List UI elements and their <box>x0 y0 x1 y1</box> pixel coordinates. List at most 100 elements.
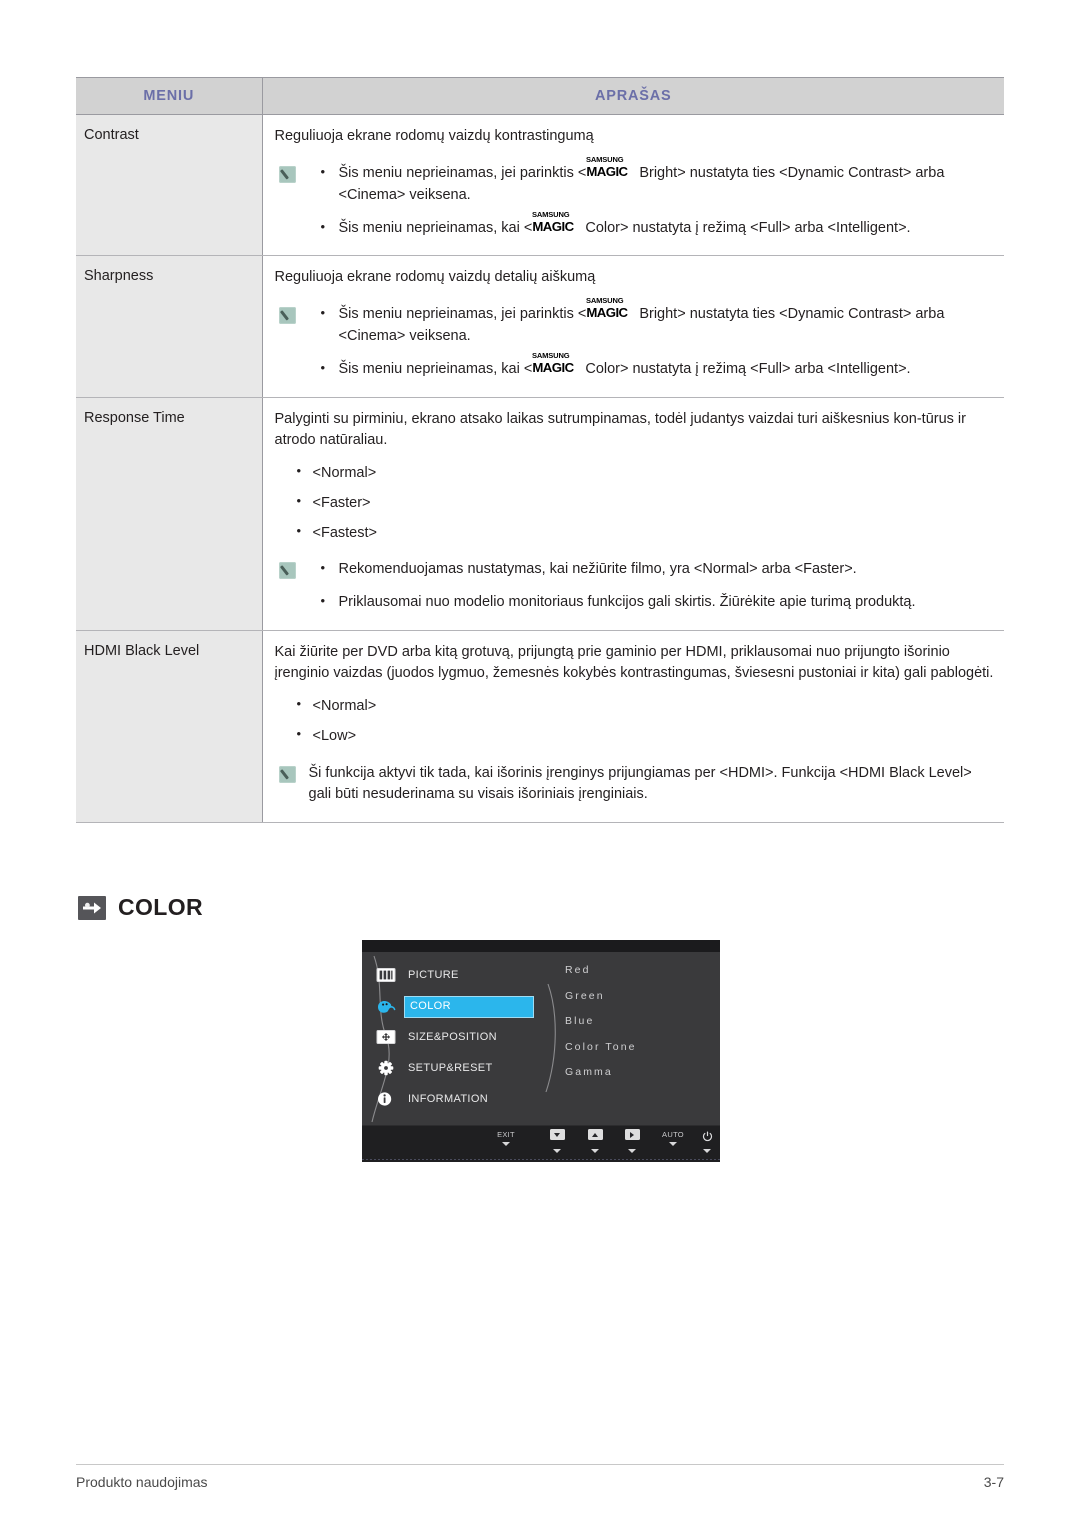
menu-name-cell: Sharpness <box>76 255 263 398</box>
osd-menu-label: INFORMATION <box>408 1093 489 1105</box>
table-row: Contrast Reguliuoja ekrane rodomų vaizdų… <box>76 114 1004 257</box>
osd-submenu-item-green[interactable]: Green <box>565 990 713 1002</box>
description-cell: Kai žiūrite per DVD arba kitą grotuvą, p… <box>262 630 1004 824</box>
note-block: Šis meniu neprieinamas, jei parinktis <S… <box>275 156 995 240</box>
logo-top-text: SAMSUNG <box>586 296 624 306</box>
description-cell: Reguliuoja ekrane rodomų vaizdų kontrast… <box>262 114 1004 257</box>
menu-name-cell: Contrast <box>76 114 263 257</box>
option-list: <Normal> <Faster> <Fastest> <box>275 462 995 544</box>
osd-menu-label: SETUP&RESET <box>408 1062 493 1074</box>
arrow-right-icon <box>624 1129 640 1140</box>
option-list: <Normal> <Low> <box>275 695 995 747</box>
list-item: Šis meniu neprieinamas, kai <SAMSUNGMAGI… <box>309 210 995 240</box>
note-text-pre: Šis meniu neprieinamas, jei parinktis < <box>338 165 587 182</box>
logo-bottom-text: MAGIC <box>532 359 574 375</box>
table-row: Sharpness Reguliuoja ekrane rodomų vaizd… <box>76 255 1004 398</box>
description-lead: Palyginti su pirminiu, ekrano atsako lai… <box>274 410 966 448</box>
osd-menu-screenshot: PICTURE COLOR SIZE&POSITION SETUP&RESET … <box>362 940 720 1162</box>
osd-button-power[interactable] <box>687 1129 720 1153</box>
gear-icon <box>376 1060 396 1076</box>
note-icon <box>278 765 296 783</box>
column-header-description: APRAŠAS <box>262 77 1004 115</box>
table-header-row: MENIU APRAŠAS <box>76 77 1004 115</box>
osd-button-enter[interactable] <box>612 1129 652 1153</box>
note-text-pre: Šis meniu neprieinamas, kai < <box>338 360 533 377</box>
document-page: MENIU APRAŠAS Contrast Reguliuoja ekrane… <box>0 0 1080 1527</box>
table-row: HDMI Black Level Kai žiūrite per DVD arb… <box>76 630 1004 824</box>
note-block: Šis meniu neprieinamas, jei parinktis <S… <box>275 297 995 381</box>
size-position-icon <box>376 1029 396 1045</box>
osd-submenu-item-red[interactable]: Red <box>565 964 713 976</box>
menu-description-table: MENIU APRAŠAS Contrast Reguliuoja ekrane… <box>76 77 1004 824</box>
list-item: Priklausomai nuo modelio monitoriaus fun… <box>309 591 995 614</box>
osd-main-menu-list: PICTURE COLOR SIZE&POSITION SETUP&RESET … <box>376 960 576 1115</box>
note-icon <box>278 307 296 325</box>
osd-button-label: EXIT <box>497 1130 515 1139</box>
note-list: Šis meniu neprieinamas, jei parinktis <S… <box>309 297 995 381</box>
note-icon <box>278 562 296 580</box>
osd-button-bar: EXIT AUTO <box>362 1125 720 1162</box>
arrow-down-icon <box>549 1129 565 1140</box>
list-item: Šis meniu neprieinamas, jei parinktis <S… <box>309 297 995 348</box>
list-item: <Normal> <box>275 462 995 483</box>
note-list: Rekomenduojamas nustatymas, kai nežiūrit… <box>309 558 995 614</box>
logo-bottom-text: MAGIC <box>532 218 574 234</box>
caret-down-icon <box>591 1149 599 1153</box>
menu-name-cell: HDMI Black Level <box>76 630 263 824</box>
caret-down-icon <box>703 1149 711 1153</box>
samsung-magic-logo: SAMSUNG MAGIC <box>586 297 639 320</box>
osd-menu-item-picture[interactable]: PICTURE <box>376 960 576 991</box>
osd-submenu-list: Red Green Blue Color Tone Gamma <box>565 964 713 1092</box>
osd-submenu-item-gamma[interactable]: Gamma <box>565 1066 713 1078</box>
caret-down-icon <box>669 1142 677 1146</box>
logo-top-text: SAMSUNG <box>532 350 570 360</box>
osd-menu-label: PICTURE <box>408 969 459 981</box>
osd-submenu-item-blue[interactable]: Blue <box>565 1015 713 1027</box>
note-paragraph: Ši funkcija aktyvi tik tada, kai išorini… <box>308 764 972 803</box>
osd-menu-item-color[interactable]: COLOR <box>376 991 576 1022</box>
picture-icon <box>376 967 396 983</box>
navigation-arrow-icon <box>78 895 106 920</box>
column-header-menu: MENIU <box>76 77 263 115</box>
caret-down-icon <box>553 1149 561 1153</box>
osd-button-down[interactable] <box>537 1129 577 1153</box>
note-block: Ši funkcija aktyvi tik tada, kai išorini… <box>275 763 995 807</box>
description-lead: Kai žiūrite per DVD arba kitą grotuvą, p… <box>274 643 994 681</box>
osd-button-up[interactable] <box>575 1129 615 1153</box>
list-item: Šis meniu neprieinamas, kai <SAMSUNGMAGI… <box>309 351 995 381</box>
description-lead: Reguliuoja ekrane rodomų vaizdų detalių … <box>274 269 596 286</box>
osd-menu-label: COLOR <box>410 1000 451 1012</box>
osd-dotted-divider <box>362 1159 720 1160</box>
logo-bottom-text: MAGIC <box>586 164 628 180</box>
list-item: Šis meniu neprieinamas, jei parinktis <S… <box>309 156 995 207</box>
note-text-pre: Šis meniu neprieinamas, jei parinktis < <box>338 306 587 323</box>
list-item: Rekomenduojamas nustatymas, kai nežiūrit… <box>309 558 995 581</box>
caret-down-icon <box>628 1149 636 1153</box>
list-item: <Low> <box>275 725 995 746</box>
footer-divider <box>76 1464 1004 1466</box>
osd-menu-item-size-position[interactable]: SIZE&POSITION <box>376 1022 576 1053</box>
osd-top-bar <box>362 940 720 952</box>
logo-top-text: SAMSUNG <box>586 155 624 165</box>
osd-button-exit[interactable]: EXIT <box>486 1129 526 1146</box>
note-text-post: Color> nustatyta į režimą <Full> arba <I… <box>585 360 911 377</box>
osd-menu-item-setup-reset[interactable]: SETUP&RESET <box>376 1053 576 1084</box>
power-icon <box>702 1129 713 1142</box>
note-icon <box>278 166 296 184</box>
section-heading: COLOR <box>78 894 203 921</box>
page-title: COLOR <box>118 894 204 920</box>
description-cell: Reguliuoja ekrane rodomų vaizdų detalių … <box>262 255 1004 398</box>
list-item: <Faster> <box>275 492 995 513</box>
note-list: Šis meniu neprieinamas, jei parinktis <S… <box>309 156 995 240</box>
logo-top-text: SAMSUNG <box>532 209 570 219</box>
osd-submenu-item-color-tone[interactable]: Color Tone <box>565 1041 713 1053</box>
arrow-up-icon <box>587 1129 603 1140</box>
page-number: 3-7 <box>983 1474 1004 1490</box>
description-lead: Reguliuoja ekrane rodomų vaizdų kontrast… <box>274 128 594 144</box>
caret-down-icon <box>502 1142 510 1146</box>
table-row: Response Time Palyginti su pirminiu, ekr… <box>76 397 1004 631</box>
osd-menu-item-information[interactable]: INFORMATION <box>376 1084 576 1115</box>
menu-name-cell: Response Time <box>76 397 263 631</box>
samsung-magic-logo: SAMSUNG MAGIC <box>532 210 585 234</box>
list-item: <Fastest> <box>275 522 995 543</box>
